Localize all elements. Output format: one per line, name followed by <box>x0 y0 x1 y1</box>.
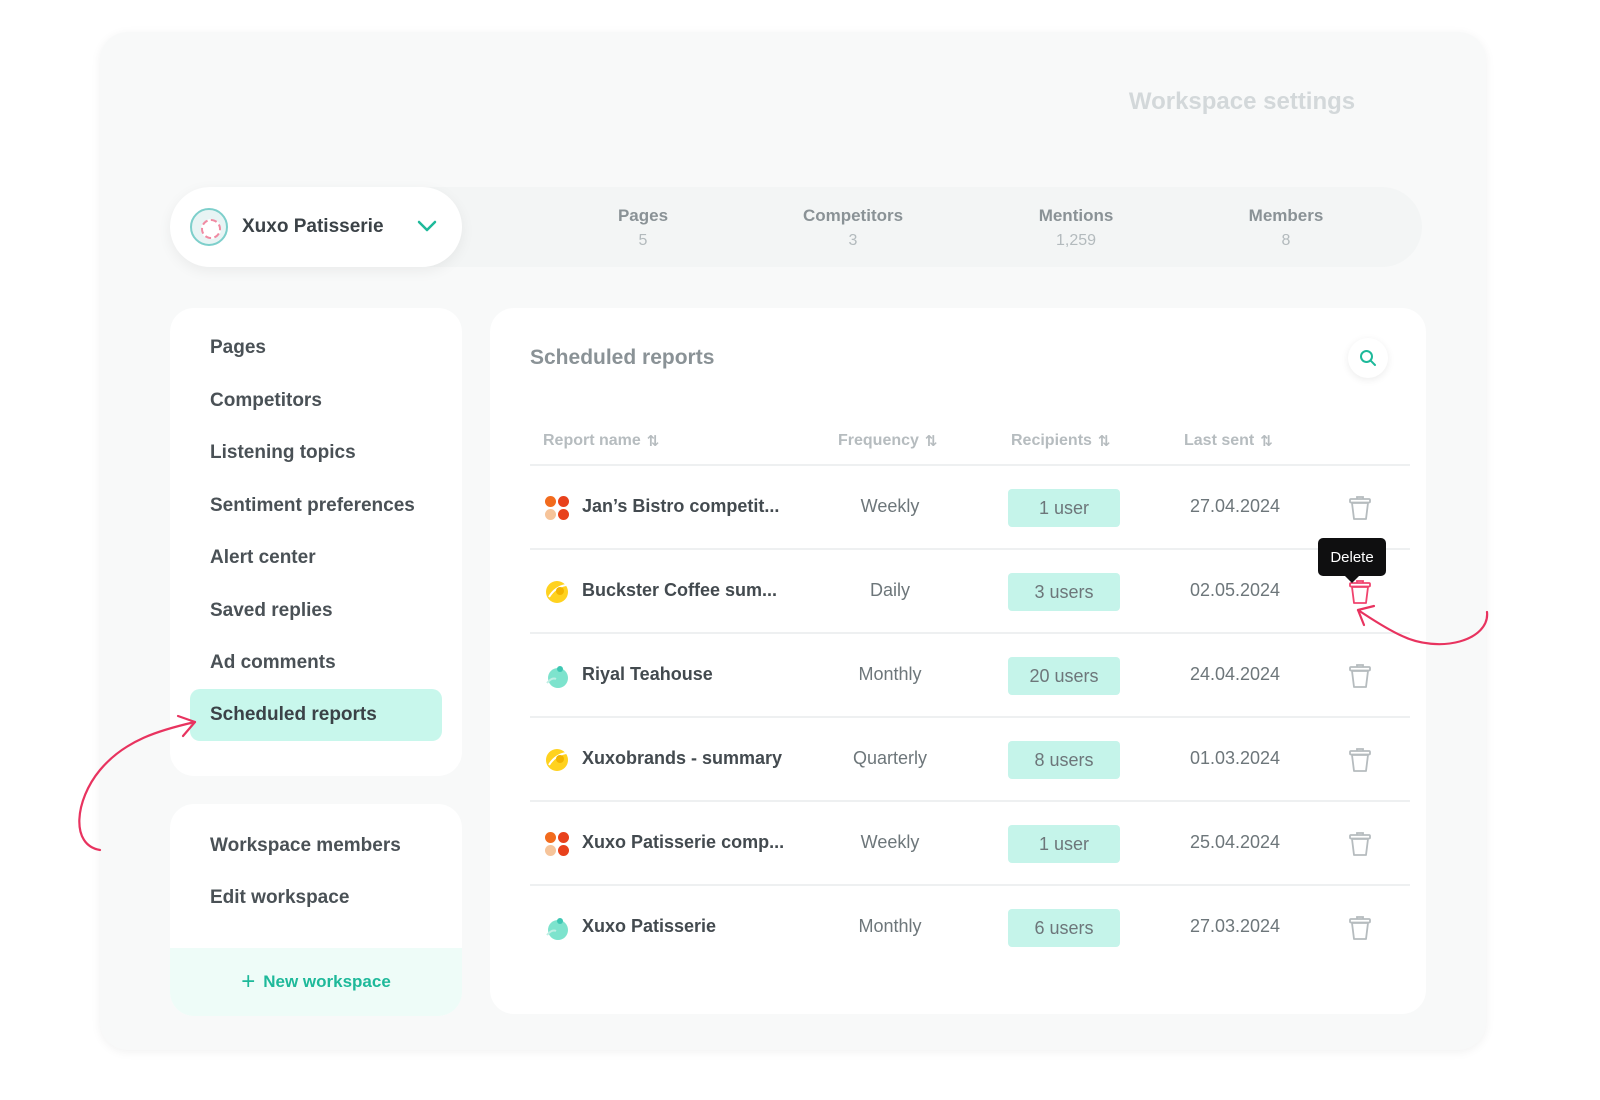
sort-icon: ⇅ <box>646 433 660 450</box>
sidebar-workspace-nav: Workspace members Edit workspace + New w… <box>170 804 462 1016</box>
sidebar-item-alert-center[interactable]: Alert center <box>190 532 442 584</box>
report-frequency: Monthly <box>858 916 922 936</box>
page-title: Workspace settings <box>1128 88 1356 115</box>
column-header-last-sent[interactable]: Last sent ⇅ <box>1184 432 1273 450</box>
stat-value: 1,259 <box>1055 232 1097 249</box>
report-name: Riyal Teahouse <box>582 664 713 684</box>
report-name: Xuxobrands - summary <box>582 748 783 768</box>
column-label: Recipients <box>1011 432 1092 449</box>
sidebar-item-sentiment-preferences[interactable]: Sentiment preferences <box>190 480 442 532</box>
chevron-down-icon <box>417 220 437 232</box>
stat-competitors: Competitors 3 <box>773 206 933 250</box>
report-last-sent: 24.04.2024 <box>1189 664 1281 684</box>
sidebar-nav: Pages Competitors Listening topics Senti… <box>170 308 462 776</box>
report-frequency: Weekly <box>860 832 920 852</box>
trash-icon[interactable] <box>1346 746 1374 774</box>
sidebar-item-pages[interactable]: Pages <box>190 322 442 374</box>
panel-title: Scheduled reports <box>530 346 715 369</box>
column-header-frequency[interactable]: Frequency ⇅ <box>838 432 938 450</box>
sidebar-item-scheduled-reports[interactable]: Scheduled reports <box>190 689 442 741</box>
annotation-arrow-left <box>78 714 197 852</box>
plus-icon: + <box>241 968 256 995</box>
column-label: Last sent <box>1184 432 1255 449</box>
recipients-badge[interactable]: 8 users <box>1008 741 1120 779</box>
report-last-sent: 27.04.2024 <box>1189 496 1281 516</box>
sidebar-item-listening-topics[interactable]: Listening topics <box>190 427 442 479</box>
annotation-arrow-right <box>1356 604 1489 646</box>
search-icon <box>1360 350 1376 366</box>
trash-icon[interactable] <box>1346 914 1374 942</box>
report-frequency: Daily <box>869 580 910 600</box>
table-row[interactable]: Xuxobrands - summary Quarterly 8 users 0… <box>530 716 1410 800</box>
report-frequency: Weekly <box>860 496 920 516</box>
stat-members: Members 8 <box>1206 206 1366 250</box>
column-header-report-name[interactable]: Report name ⇅ <box>543 432 659 450</box>
recipients-badge[interactable]: 1 user <box>1008 825 1120 863</box>
stat-value: 8 <box>1281 232 1291 249</box>
table-row[interactable]: Jan’s Bistro competit... Weekly 1 user 2… <box>530 464 1410 548</box>
teal-logo-icon <box>546 666 568 688</box>
report-name: Jan’s Bistro competit... <box>582 496 780 516</box>
column-label: Frequency <box>838 432 919 449</box>
table-row[interactable]: Buckster Coffee sum... Daily 3 users 02.… <box>530 548 1410 632</box>
stat-label: Mentions <box>1038 206 1114 225</box>
report-name: Buckster Coffee sum... <box>582 580 778 600</box>
stat-mentions: Mentions 1,259 <box>996 206 1156 250</box>
sidebar-item-edit-workspace[interactable]: Edit workspace <box>190 872 442 924</box>
recipients-badge[interactable]: 20 users <box>1008 657 1120 695</box>
trash-icon[interactable] <box>1346 494 1374 522</box>
yellow-logo-icon <box>546 749 568 771</box>
report-last-sent: 25.04.2024 <box>1189 832 1281 852</box>
workspace-selector[interactable]: Xuxo Patisserie <box>170 187 462 267</box>
sort-icon: ⇅ <box>924 433 938 450</box>
search-button[interactable] <box>1348 338 1388 378</box>
stat-label: Members <box>1248 206 1324 225</box>
trash-icon[interactable] <box>1346 830 1374 858</box>
new-workspace-label: New workspace <box>263 972 391 991</box>
sidebar-item-saved-replies[interactable]: Saved replies <box>190 585 442 637</box>
stat-label: Competitors <box>802 206 904 225</box>
report-frequency: Quarterly <box>852 748 928 768</box>
workspace-name: Xuxo Patisserie <box>242 216 384 237</box>
orange-logo-icon <box>545 496 569 520</box>
stat-pages: Pages 5 <box>563 206 723 250</box>
table-row[interactable]: Xuxo Patisserie Monthly 6 users 27.03.20… <box>530 884 1410 968</box>
table-row[interactable]: Xuxo Patisserie comp... Weekly 1 user 25… <box>530 800 1410 884</box>
table-row[interactable]: Riyal Teahouse Monthly 20 users 24.04.20… <box>530 632 1410 716</box>
sort-icon: ⇅ <box>1260 433 1273 450</box>
workspace-logo-icon <box>190 208 228 246</box>
column-header-recipients[interactable]: Recipients ⇅ <box>1011 432 1111 450</box>
teal-logo-icon <box>546 918 568 940</box>
recipients-badge[interactable]: 6 users <box>1008 909 1120 947</box>
delete-tooltip: Delete <box>1318 538 1386 583</box>
report-name: Xuxo Patisserie comp... <box>582 832 785 852</box>
sidebar-item-workspace-members[interactable]: Workspace members <box>190 820 442 872</box>
scheduled-reports-panel: Scheduled reports Report name ⇅ Frequency… <box>490 308 1426 1014</box>
report-last-sent: 27.03.2024 <box>1189 916 1281 936</box>
new-workspace-button[interactable]: + New workspace <box>170 948 462 1016</box>
sort-icon: ⇅ <box>1097 433 1111 450</box>
report-last-sent: 01.03.2024 <box>1189 748 1281 768</box>
stat-value: 5 <box>638 232 648 249</box>
stat-value: 3 <box>848 232 858 249</box>
report-last-sent: 02.05.2024 <box>1189 580 1281 600</box>
recipients-badge[interactable]: 3 users <box>1008 573 1120 611</box>
report-frequency: Monthly <box>858 664 922 684</box>
report-name: Xuxo Patisserie <box>582 916 717 936</box>
orange-logo-icon <box>545 832 569 856</box>
sidebar-item-competitors[interactable]: Competitors <box>190 375 442 427</box>
stat-label: Pages <box>617 206 669 225</box>
yellow-logo-icon <box>546 581 568 603</box>
column-label: Report name <box>543 432 641 449</box>
recipients-badge[interactable]: 1 user <box>1008 489 1120 527</box>
sidebar-item-ad-comments[interactable]: Ad comments <box>190 637 442 689</box>
